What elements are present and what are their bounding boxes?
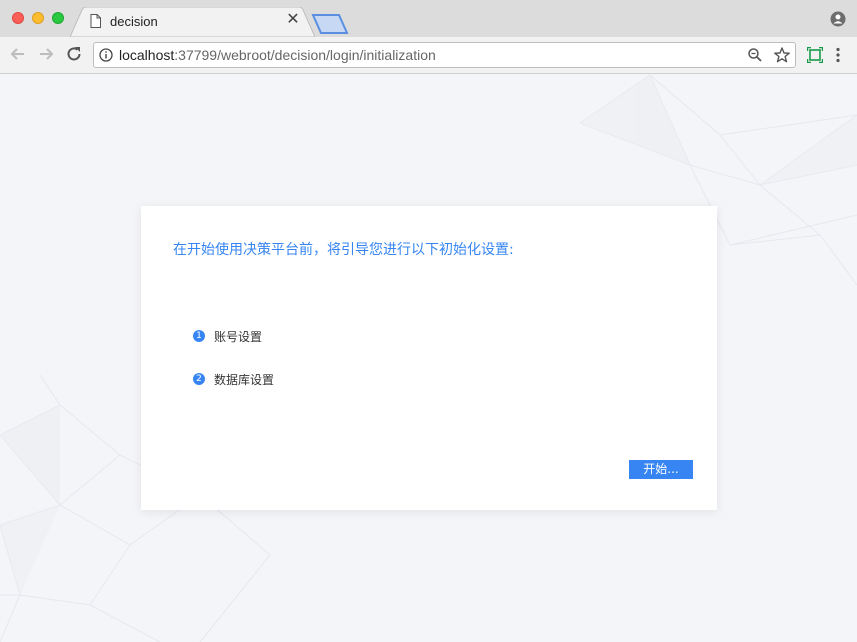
page-icon	[90, 14, 101, 28]
minimize-window-button[interactable]	[32, 12, 44, 24]
step-number-badge: 1	[193, 330, 205, 342]
forward-icon[interactable]	[37, 45, 55, 63]
close-window-button[interactable]	[12, 12, 24, 24]
url-text[interactable]: localhost:37799/webroot/decision/login/i…	[119, 47, 436, 63]
reload-icon[interactable]	[65, 45, 83, 63]
zoom-window-button[interactable]	[52, 12, 64, 24]
card-title: 在开始使用决策平台前，将引导您进行以下初始化设置:	[173, 242, 514, 258]
url-host: localhost	[119, 47, 175, 63]
info-icon[interactable]	[99, 48, 113, 62]
close-icon[interactable]: ✕	[286, 12, 300, 28]
step-number-badge: 2	[193, 373, 205, 385]
zoom-icon[interactable]	[748, 48, 762, 62]
start-button[interactable]: 开始...	[629, 460, 693, 479]
extension-icon[interactable]	[807, 47, 823, 63]
step-label: 数据库设置	[214, 372, 275, 387]
browser-tab[interactable]	[70, 7, 315, 38]
step-item-account: 1 账号设置	[193, 328, 262, 344]
profile-icon[interactable]	[830, 11, 846, 27]
tab-title: decision	[110, 14, 158, 29]
step-label: 账号设置	[214, 329, 263, 344]
new-tab-icon[interactable]	[311, 14, 349, 34]
menu-icon[interactable]	[835, 47, 841, 63]
back-icon[interactable]	[9, 45, 27, 63]
url-path: :37799/webroot/decision/login/initializa…	[174, 47, 436, 63]
step-item-database: 2 数据库设置	[193, 371, 274, 387]
star-icon[interactable]	[774, 47, 790, 63]
